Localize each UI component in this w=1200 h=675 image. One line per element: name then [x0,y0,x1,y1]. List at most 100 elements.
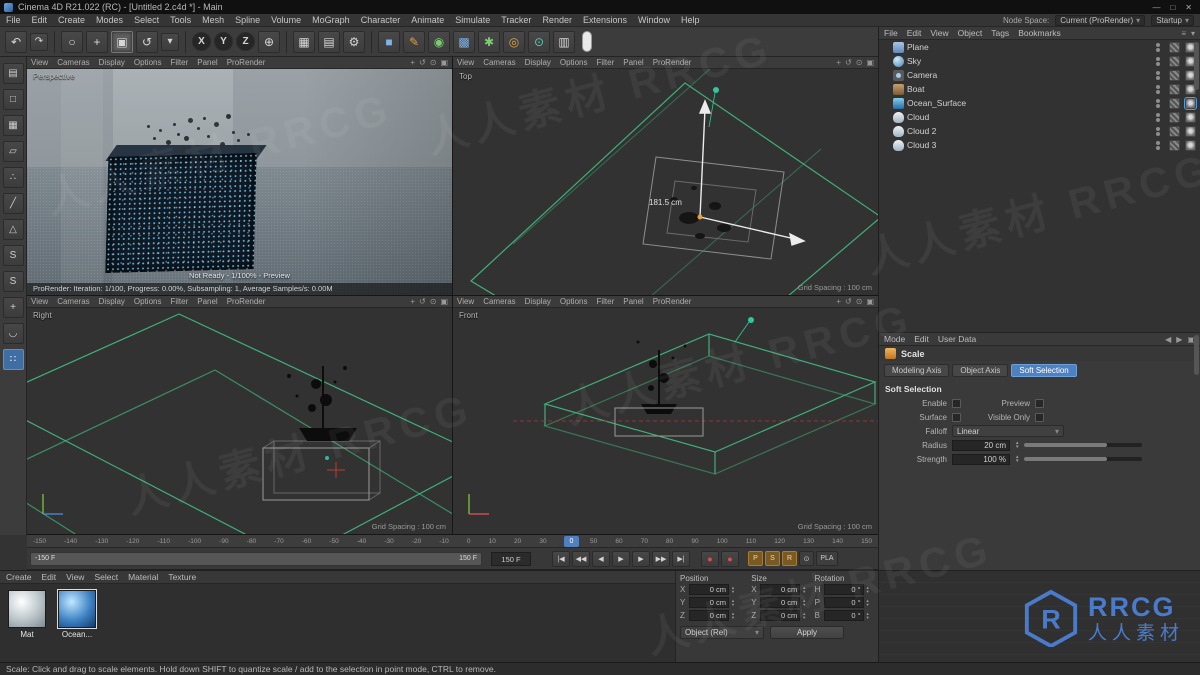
record-rotation-toggle[interactable]: R [782,551,797,566]
viewport-menu-item[interactable]: Filter [596,297,614,306]
viewport-nav-icon[interactable]: ↺ [845,297,852,307]
make-editable-icon[interactable]: ▤ [2,63,24,84]
close-button[interactable]: ✕ [1185,3,1192,12]
coordinate-system-button[interactable]: ⊕ [258,30,280,53]
attribute-scrollbar[interactable] [1194,335,1199,375]
attribute-menu-item[interactable]: User Data [938,334,976,344]
record-pla-toggle[interactable]: PLA [816,551,838,566]
visibility-dots[interactable] [1156,112,1160,122]
texture-tag-icon[interactable] [1169,139,1180,151]
back-arrow-icon[interactable]: ◀ [1165,335,1171,344]
visibility-dots[interactable] [1156,98,1160,108]
preview-checkbox[interactable] [1035,398,1044,408]
rotation-field[interactable]: 0 ° [823,597,864,608]
menu-item[interactable]: Simulate [455,15,490,25]
viewport-menu-item[interactable]: ProRender [653,58,692,67]
layout-dropdown[interactable]: Startup ▾ [1151,14,1194,26]
viewport-nav-icon[interactable]: + [836,297,841,307]
viewport-nav-icon[interactable]: ⊙ [856,58,863,68]
record-keyframe-button[interactable]: ● [701,550,719,567]
position-field[interactable]: 0 cm [689,584,729,595]
visible-only-checkbox[interactable] [1035,412,1044,422]
falloff-dropdown[interactable]: Linear ▾ [952,425,1064,437]
node-space-dropdown[interactable]: Current (ProRender) ▾ [1055,14,1146,26]
viewport-menu-item[interactable]: Cameras [57,58,89,67]
spinner-icon[interactable]: ▲ ▼ [802,598,806,607]
viewport-menu-item[interactable]: ProRender [653,297,692,306]
viewport-canvas-perspective[interactable]: Perspective Not Ready - 1/100% - Preview… [27,69,452,295]
render-picture-viewer-button[interactable]: ▤ [318,30,340,53]
apply-button[interactable]: Apply [770,626,844,639]
spinner-icon[interactable]: ▲ ▼ [731,598,735,607]
z-axis-lock-button[interactable]: Z [236,32,255,51]
object-manager-menu-item[interactable]: View [930,28,948,38]
visibility-dots[interactable] [1156,70,1160,80]
display-mode-button[interactable]: ▥ [553,30,575,53]
viewport-nav-icon[interactable]: ▣ [440,58,448,68]
viewport-menu-item[interactable]: View [457,58,474,67]
texture-tag-icon[interactable] [1169,111,1180,123]
viewport-menu-item[interactable]: View [31,297,48,306]
spinner-icon[interactable]: ▲ ▼ [1015,440,1019,449]
phong-tag-icon[interactable] [1184,96,1197,110]
spinner-icon[interactable]: ▲ ▼ [731,611,735,620]
viewport-menu-item[interactable]: Cameras [57,297,89,306]
texture-tag-icon[interactable] [1169,69,1180,81]
visibility-dots[interactable] [1156,84,1160,94]
coordinate-mode-dropdown[interactable]: Object (Rel) ▾ [680,626,764,639]
material-menu-item[interactable]: Create [6,572,32,582]
material-menu-item[interactable]: Edit [42,572,57,582]
viewport-menu-item[interactable]: ProRender [227,58,266,67]
visibility-dots[interactable] [1156,42,1160,52]
subdivision-surface-button[interactable]: ◉ [428,30,450,53]
viewport-menu-item[interactable]: Panel [197,58,217,67]
viewport-menu-item[interactable]: Display [525,58,551,67]
menu-item[interactable]: MoGraph [312,15,350,25]
radius-field[interactable]: 20 cm [952,439,1010,451]
spinner-icon[interactable]: ▲ ▼ [1015,454,1019,463]
undo-icon[interactable]: ↶ [5,30,27,53]
model-mode-icon[interactable]: □ [2,89,24,110]
object-row[interactable]: Boat [879,82,1200,96]
render-settings-button[interactable]: ⚙ [343,30,365,53]
menu-item[interactable]: Extensions [583,15,627,25]
viewport-nav-icon[interactable]: ↺ [845,58,852,68]
viewport-nav-icon[interactable]: ⊙ [430,58,437,68]
menu-item[interactable]: Spline [235,15,260,25]
menu-item[interactable]: Window [638,15,670,25]
viewport-menu-item[interactable]: Display [99,297,125,306]
end-frame-field[interactable]: 150 F [491,551,531,566]
viewport-menu-item[interactable]: Display [99,58,125,67]
visibility-dots[interactable] [1156,140,1160,150]
position-field[interactable]: 0 cm [689,597,729,608]
redo-icon[interactable]: ↷ [30,32,48,51]
render-view-button[interactable]: ▦ [293,30,315,53]
dynamics-button[interactable]: ◎ [503,30,525,53]
radius-slider[interactable] [1024,443,1143,447]
previous-frame-button[interactable]: ◀ [592,550,610,567]
object-manager-menu-item[interactable]: File [884,28,898,38]
viewport-menu-item[interactable]: Filter [170,297,188,306]
minimize-button[interactable]: — [1152,3,1160,12]
spline-pen-button[interactable]: ✎ [403,30,425,53]
object-manager-scrollbar[interactable] [1194,42,1199,90]
object-row[interactable]: Camera [879,68,1200,82]
object-row[interactable]: Sky [879,54,1200,68]
spinner-icon[interactable]: ▲ ▼ [866,585,870,594]
viewport-menu-item[interactable]: View [457,297,474,306]
menu-item[interactable]: Render [542,15,572,25]
material-menu-item[interactable]: Material [128,572,158,582]
attribute-menu-item[interactable]: Mode [884,334,905,344]
material-item[interactable]: Ocean... [56,589,98,639]
viewport-canvas-right[interactable]: Right Grid Spacing : 100 cm [27,308,452,534]
goto-end-button[interactable]: ▶| [672,550,690,567]
strength-slider[interactable] [1024,457,1143,461]
material-menu-item[interactable]: Texture [168,572,196,582]
attribute-tab[interactable]: Modeling Axis [884,364,950,377]
texture-mode-icon[interactable]: ▦ [2,115,24,136]
play-button[interactable]: ▶ [612,550,630,567]
viewport-canvas-front[interactable]: Front Grid Spacing : 100 cm [453,308,878,534]
menu-item[interactable]: Tools [170,15,191,25]
viewport-menu-item[interactable]: Options [560,297,588,306]
viewport-menu-item[interactable]: Panel [197,297,217,306]
